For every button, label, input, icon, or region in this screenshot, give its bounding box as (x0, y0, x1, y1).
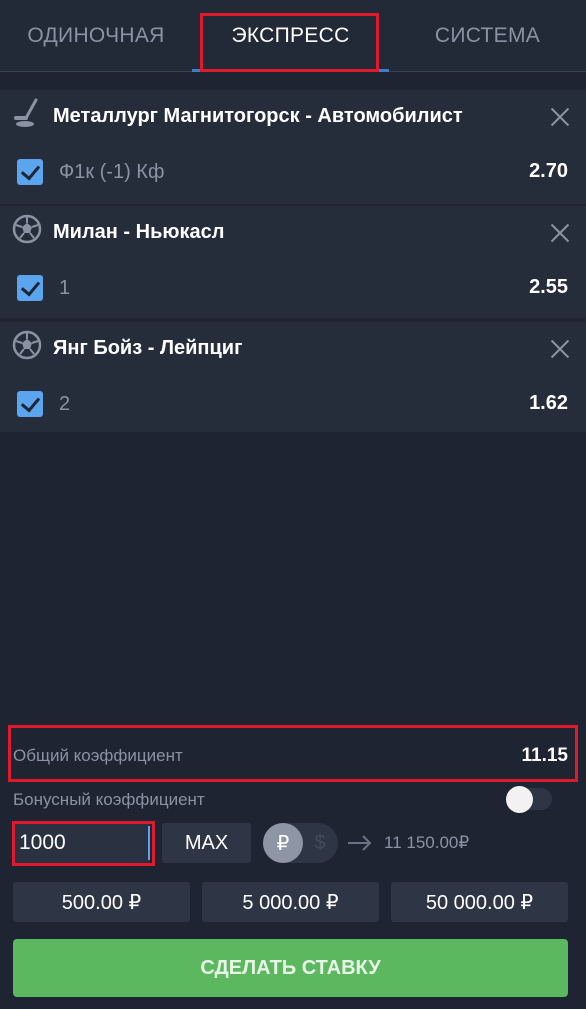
dollar-currency-option[interactable]: $ (305, 823, 335, 863)
event-header: Милан - Ньюкасл (0, 206, 586, 262)
event-title: Металлург Магнитогорск - Автомобилист (53, 105, 463, 127)
selection-checkbox[interactable] (17, 159, 43, 185)
bet-slip-item: Металлург Магнитогорск - Автомобилист Ф1… (0, 90, 586, 204)
bet-type-tabs: ОДИНОЧНАЯ ЭКСПРЕСС СИСТЕМА (0, 0, 586, 72)
soccer-ball-icon (12, 330, 42, 360)
remove-event-close-icon[interactable] (545, 218, 575, 248)
currency-toggle[interactable]: ₽ $ (263, 823, 338, 863)
selection-row: Ф1к (-1) Кф 2.70 (0, 146, 586, 204)
stake-amount-input[interactable] (13, 823, 150, 863)
bet-slip-item: Милан - Ньюкасл 1 2.55 (0, 206, 586, 318)
potential-payout: 11 150.00₽ (384, 833, 470, 852)
selection-name: Ф1к (-1) Кф (59, 161, 165, 183)
quick-amount-button[interactable]: 500.00 ₽ (13, 882, 190, 922)
toggle-knob (506, 786, 533, 813)
max-stake-button[interactable]: MAX (162, 823, 251, 863)
tab-express[interactable]: ЭКСПРЕСС (192, 0, 389, 72)
selection-odds: 2.70 (529, 160, 568, 182)
tab-single[interactable]: ОДИНОЧНАЯ (0, 0, 192, 72)
selection-odds: 2.55 (529, 276, 568, 298)
total-odds-value: 11.15 (521, 745, 569, 766)
bonus-odds-toggle[interactable] (506, 786, 552, 813)
active-tab-indicator (192, 69, 389, 72)
selection-checkbox[interactable] (17, 275, 43, 301)
total-odds-label: Общий коэффициент (13, 746, 183, 765)
bonus-odds-label: Бонусный коэффициент (13, 790, 205, 809)
quick-amount-button[interactable]: 50 000.00 ₽ (391, 882, 568, 922)
arrow-right-icon (348, 835, 372, 851)
selection-row: 1 2.55 (0, 262, 586, 320)
selection-name: 1 (59, 277, 71, 299)
event-header: Металлург Магнитогорск - Автомобилист (0, 90, 586, 146)
remove-event-close-icon[interactable] (545, 334, 575, 364)
soccer-ball-icon (12, 214, 42, 244)
event-header: Янг Бойз - Лейпциг (0, 322, 586, 378)
selection-name: 2 (59, 393, 71, 415)
place-bet-button[interactable]: СДЕЛАТЬ СТАВКУ (13, 939, 568, 997)
input-focus-caret (148, 826, 150, 860)
quick-amount-button[interactable]: 5 000.00 ₽ (202, 882, 379, 922)
remove-event-close-icon[interactable] (545, 102, 575, 132)
ruble-currency-option[interactable]: ₽ (263, 823, 303, 863)
selection-row: 2 1.62 (0, 378, 586, 436)
tab-system[interactable]: СИСТЕМА (389, 0, 586, 72)
selection-odds: 1.62 (529, 392, 568, 414)
event-title: Милан - Ньюкасл (53, 221, 225, 243)
bet-slip-item: Янг Бойз - Лейпциг 2 1.62 (0, 322, 586, 432)
hockey-icon (14, 98, 38, 127)
event-title: Янг Бойз - Лейпциг (53, 337, 243, 359)
selection-checkbox[interactable] (17, 391, 43, 417)
